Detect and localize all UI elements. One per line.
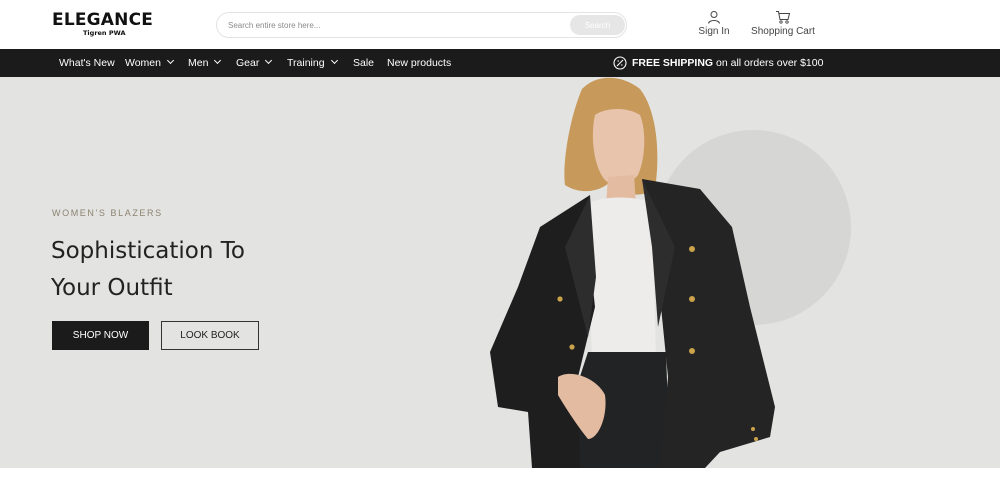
search-bar: Search xyxy=(216,12,627,38)
nav-label: What's New xyxy=(59,57,115,69)
nav-label: Women xyxy=(125,57,161,69)
user-icon xyxy=(708,11,720,24)
hero-headline: Sophistication To Your Outfit xyxy=(51,233,245,307)
look-book-button[interactable]: LOOK BOOK xyxy=(161,321,259,350)
nav-label: Gear xyxy=(236,57,260,69)
site-header: ELEGANCE Tigren PWA Search Sign In Shopp… xyxy=(0,0,1000,49)
chevron-down-icon xyxy=(214,56,222,65)
nav-item-training[interactable]: Training xyxy=(287,49,338,77)
nav-item-gear[interactable]: Gear xyxy=(236,49,273,77)
main-nav: What's New Women Men Gear Training Sale … xyxy=(0,49,1000,77)
shipping-bold-text: FREE SHIPPING xyxy=(632,57,714,69)
chevron-down-icon xyxy=(166,56,175,65)
hero-banner: WOMEN'S BLAZERS Sophistication To Your O… xyxy=(0,77,1000,468)
search-button[interactable]: Search xyxy=(570,15,625,35)
cart-icon xyxy=(776,11,791,24)
hero-model-image xyxy=(490,77,775,468)
logo-subtitle: Tigren PWA xyxy=(83,29,126,37)
sign-in-label: Sign In xyxy=(698,26,730,37)
hero-headline-line-1: Sophistication To xyxy=(51,238,245,264)
hero-eyebrow: WOMEN'S BLAZERS xyxy=(52,208,163,218)
site-logo[interactable]: ELEGANCE Tigren PWA xyxy=(52,10,154,38)
shipping-badge-icon xyxy=(613,56,627,70)
cart-label: Shopping Cart xyxy=(751,26,815,37)
shopping-cart-link[interactable]: Shopping Cart xyxy=(750,10,816,37)
nav-item-new-products[interactable]: New products xyxy=(387,49,451,77)
nav-item-women[interactable]: Women xyxy=(125,49,175,77)
logo-wordmark: ELEGANCE xyxy=(52,10,154,30)
nav-label: Sale xyxy=(353,57,375,69)
nav-item-men[interactable]: Men xyxy=(188,49,222,77)
nav-item-whats-new[interactable]: What's New xyxy=(59,49,115,77)
search-input[interactable] xyxy=(228,17,568,33)
nav-label: Men xyxy=(188,57,209,69)
nav-label: Training xyxy=(287,57,325,69)
shipping-rest-text: on all orders over $100 xyxy=(713,57,824,69)
nav-item-sale[interactable]: Sale xyxy=(353,49,374,77)
nav-label: New products xyxy=(387,57,452,69)
sign-in-link[interactable]: Sign In xyxy=(696,10,732,37)
hero-headline-line-2: Your Outfit xyxy=(51,275,173,301)
chevron-down-icon xyxy=(265,56,273,65)
shop-now-button[interactable]: SHOP NOW xyxy=(52,321,149,350)
chevron-down-icon xyxy=(330,56,338,65)
free-shipping-notice: FREE SHIPPING on all orders over $100 xyxy=(613,49,823,77)
